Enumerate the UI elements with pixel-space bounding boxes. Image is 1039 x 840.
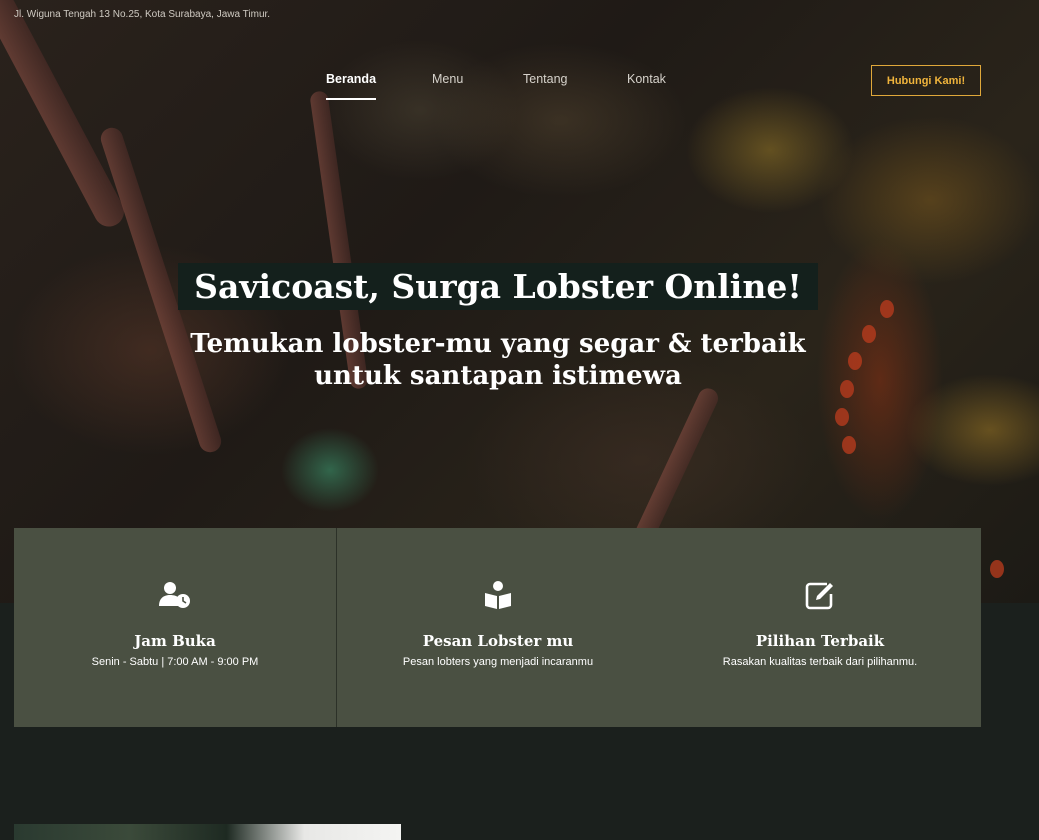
feature-opening-hours: Jam Buka Senin - Sabtu | 7:00 AM - 9:00 … xyxy=(14,528,336,727)
nav-item-beranda[interactable]: Beranda xyxy=(326,72,377,100)
feature-text: Senin - Sabtu | 7:00 AM - 9:00 PM xyxy=(91,656,259,668)
feature-title: Jam Buka xyxy=(134,632,216,650)
contact-us-button[interactable]: Hubungi Kami! xyxy=(871,65,981,96)
feature-text: Pesan lobters yang menjadi incaranmu xyxy=(402,656,594,668)
feature-text: Rasakan kualitas terbaik dari pilihanmu. xyxy=(722,656,918,668)
address-text: Jl. Wiguna Tengah 13 No.25, Kota Surabay… xyxy=(14,9,271,20)
feature-best-choice: Pilihan Terbaik Rasakan kualitas terbaik… xyxy=(659,528,981,727)
feature-order-lobster: Pesan Lobster mu Pesan lobters yang menj… xyxy=(337,528,659,727)
feature-title: Pesan Lobster mu xyxy=(422,632,574,650)
feature-title: Pilihan Terbaik xyxy=(755,632,885,650)
hero-subtitle-line2: untuk santapan istimewa xyxy=(314,361,682,391)
book-reader-icon xyxy=(481,580,515,610)
nav-item-menu[interactable]: Menu xyxy=(432,72,463,98)
gallery-image xyxy=(14,824,401,840)
hero-subtitle-line1: Temukan lobster-mu yang segar & terbaik xyxy=(190,329,806,359)
user-clock-icon xyxy=(158,580,192,610)
hero-title: Savicoast, Surga Lobster Online! xyxy=(178,263,818,310)
nav-item-kontak[interactable]: Kontak xyxy=(627,72,666,98)
features-panel: Jam Buka Senin - Sabtu | 7:00 AM - 9:00 … xyxy=(14,528,981,727)
edit-icon xyxy=(803,580,837,610)
nav-item-tentang[interactable]: Tentang xyxy=(523,72,567,98)
hero-subtitle: Temukan lobster-mu yang segar & terbaik … xyxy=(120,328,876,392)
